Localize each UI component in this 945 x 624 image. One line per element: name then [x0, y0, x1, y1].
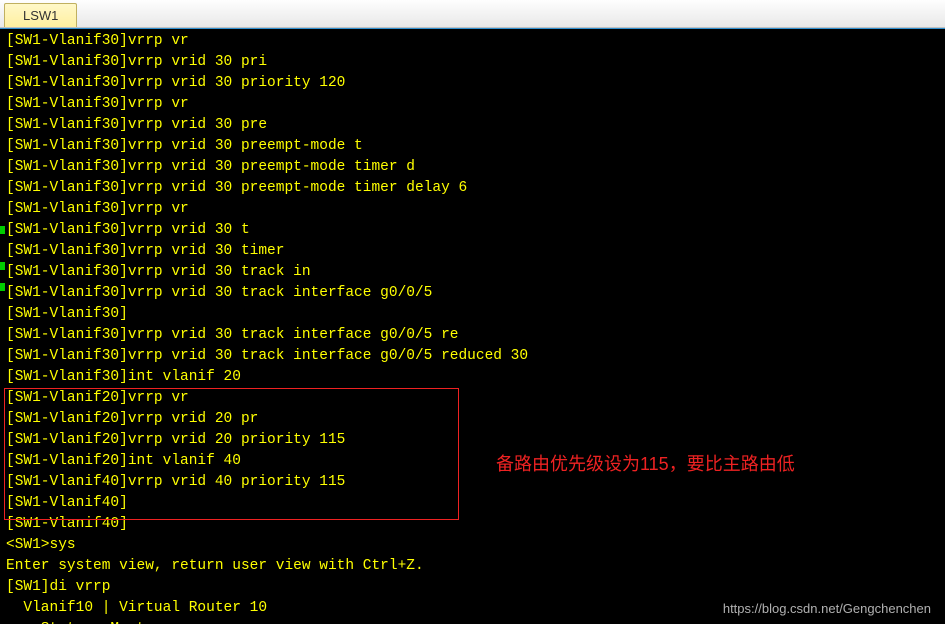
terminal-line: [SW1-Vlanif30]vrrp vrid 30 track interfa…: [6, 346, 939, 367]
terminal-line: [SW1-Vlanif30]vrrp vrid 30 t: [6, 220, 939, 241]
watermark: https://blog.csdn.net/Gengchenchen: [723, 601, 931, 616]
terminal-line: [SW1-Vlanif20]vrrp vr: [6, 388, 939, 409]
terminal-line: <SW1>sys: [6, 535, 939, 556]
terminal-line: [SW1-Vlanif30]vrrp vrid 30 pre: [6, 115, 939, 136]
terminal-line: [SW1-Vlanif30]vrrp vrid 30 track interfa…: [6, 283, 939, 304]
terminal-line: [SW1-Vlanif30]vrrp vrid 30 pri: [6, 52, 939, 73]
tab-bar: LSW1: [0, 0, 945, 28]
terminal-line: [SW1-Vlanif30]vrrp vrid 30 track in: [6, 262, 939, 283]
terminal-line: [SW1-Vlanif30]: [6, 304, 939, 325]
tab-lsw1[interactable]: LSW1: [4, 3, 77, 27]
terminal-line: [SW1-Vlanif40]: [6, 514, 939, 535]
terminal-line: [SW1-Vlanif30]vrrp vr: [6, 199, 939, 220]
terminal-line: [SW1-Vlanif20]int vlanif 40: [6, 451, 939, 472]
terminal-line: [SW1-Vlanif30]vrrp vrid 30 preempt-mode …: [6, 136, 939, 157]
annotation-text: 备路由优先级设为115，要比主路由低: [496, 450, 795, 476]
terminal-line: Enter system view, return user view with…: [6, 556, 939, 577]
terminal-line: [SW1-Vlanif30]vrrp vrid 30 track interfa…: [6, 325, 939, 346]
terminal-line: [SW1-Vlanif30]vrrp vr: [6, 31, 939, 52]
terminal-line: [SW1-Vlanif30]vrrp vrid 30 timer: [6, 241, 939, 262]
terminal-line: [SW1-Vlanif40]: [6, 493, 939, 514]
terminal-line: [SW1-Vlanif30]vrrp vrid 30 preempt-mode …: [6, 178, 939, 199]
terminal-line: [SW1]di vrrp: [6, 577, 939, 598]
terminal-line: State : Master: [6, 619, 939, 624]
terminal-output[interactable]: [SW1-Vlanif30]vrrp vr[SW1-Vlanif30]vrrp …: [0, 28, 945, 624]
terminal-line: [SW1-Vlanif30]vrrp vr: [6, 94, 939, 115]
terminal-line: [SW1-Vlanif20]vrrp vrid 20 pr: [6, 409, 939, 430]
terminal-line: [SW1-Vlanif30]vrrp vrid 30 priority 120: [6, 73, 939, 94]
terminal-line: [SW1-Vlanif20]vrrp vrid 20 priority 115: [6, 430, 939, 451]
terminal-line: [SW1-Vlanif30]int vlanif 20: [6, 367, 939, 388]
terminal-line: [SW1-Vlanif30]vrrp vrid 30 preempt-mode …: [6, 157, 939, 178]
terminal-line: [SW1-Vlanif40]vrrp vrid 40 priority 115: [6, 472, 939, 493]
